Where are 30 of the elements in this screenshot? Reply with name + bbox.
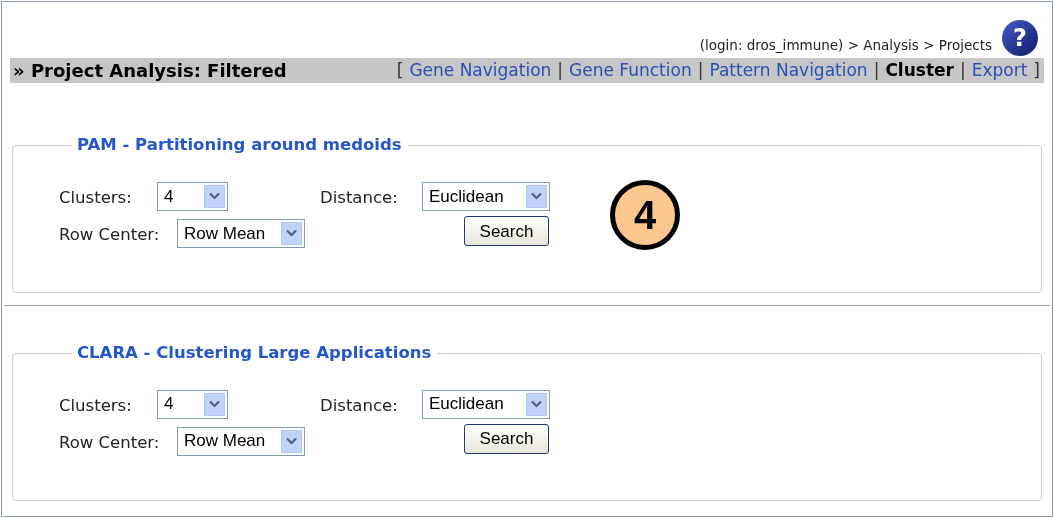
nav-link[interactable]: Pattern Navigation bbox=[709, 57, 868, 84]
page-title: » Project Analysis: Filtered bbox=[13, 59, 287, 83]
nav-link[interactable]: Gene Function bbox=[569, 57, 692, 84]
nav-link[interactable]: Cluster bbox=[885, 57, 954, 84]
bracket: [ bbox=[396, 58, 404, 82]
row-center-select[interactable]: Row Mean bbox=[177, 426, 305, 456]
field-label: Distance: bbox=[320, 186, 399, 209]
section-title: CLARA - Clustering Large Applications bbox=[76, 341, 433, 364]
clusters-select[interactable]: 4 bbox=[157, 389, 228, 419]
field-label: Row Center: bbox=[59, 223, 161, 246]
section-title: PAM - Partitioning around medoids bbox=[76, 134, 403, 156]
field-label: Distance: bbox=[320, 394, 399, 417]
field-label: Clusters: bbox=[59, 394, 133, 417]
distance-select[interactable]: Euclidean bbox=[422, 389, 550, 419]
clusters-select[interactable]: 4 bbox=[157, 181, 228, 211]
nav-link[interactable]: Gene Navigation bbox=[409, 57, 552, 84]
separator: | bbox=[959, 58, 966, 82]
row-center-select[interactable]: Row Mean bbox=[177, 218, 305, 248]
field-label: Clusters: bbox=[59, 186, 133, 209]
search-button[interactable]: Search bbox=[464, 216, 549, 247]
breadcrumb: (login: dros_immune) > Analysis > Projects bbox=[699, 35, 992, 55]
field-label: Row Center: bbox=[59, 431, 161, 454]
help-button[interactable]: ? bbox=[1002, 20, 1038, 56]
separator: | bbox=[697, 58, 704, 82]
nav-link[interactable]: Export bbox=[971, 57, 1028, 84]
separator: | bbox=[557, 58, 564, 82]
separator: | bbox=[873, 58, 880, 82]
bracket: ] bbox=[1033, 58, 1040, 82]
distance-select[interactable]: Euclidean bbox=[422, 181, 550, 211]
search-button[interactable]: Search bbox=[464, 424, 549, 454]
